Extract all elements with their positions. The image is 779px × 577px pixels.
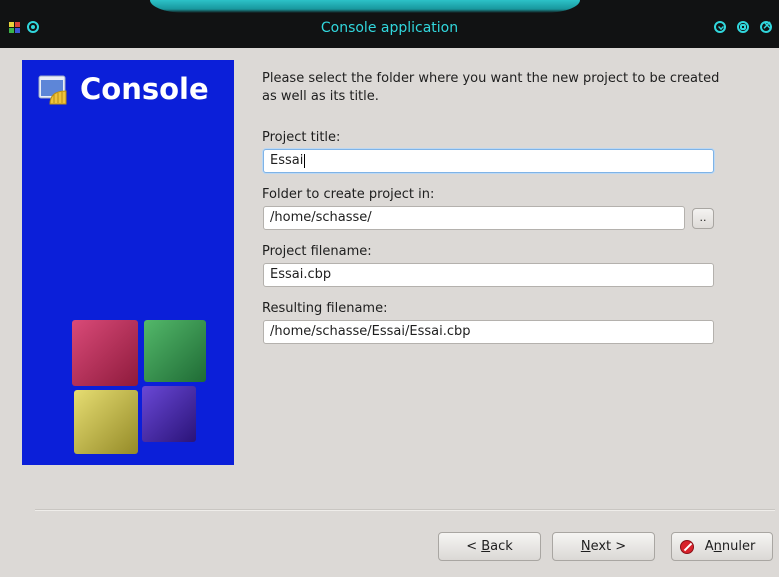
minimize-icon[interactable] xyxy=(714,21,726,33)
titlebar-glow xyxy=(150,0,580,13)
cube-yellow-icon xyxy=(74,390,138,454)
project-filename-label: Project filename: xyxy=(262,244,372,259)
back-rest: ack xyxy=(490,539,513,554)
cancel-button[interactable]: Annuler xyxy=(671,532,773,561)
cancel-mnemonic: n xyxy=(713,539,722,554)
close-icon[interactable] xyxy=(760,18,772,33)
maximize-icon[interactable] xyxy=(737,21,749,33)
banner-title: Console xyxy=(80,72,209,106)
console-app-icon xyxy=(38,75,67,105)
window-title: Console application xyxy=(320,20,459,36)
cancel-rest: nuler xyxy=(721,539,756,554)
project-title-label: Project title: xyxy=(262,130,341,145)
project-filename-input[interactable]: Essai.cbp xyxy=(263,263,714,287)
cube-purple-icon xyxy=(142,386,196,442)
divider xyxy=(35,509,775,511)
next-mnemonic: N xyxy=(580,539,591,554)
next-rest: ext > xyxy=(590,539,627,554)
back-mnemonic: B xyxy=(481,539,491,554)
project-title-input[interactable]: Essai xyxy=(263,149,714,173)
resulting-filename-field: /home/schasse/Essai/Essai.cbp xyxy=(263,320,714,344)
text-caret xyxy=(304,153,306,168)
wizard-banner: Console xyxy=(22,60,234,465)
resulting-filename-label: Resulting filename: xyxy=(262,301,388,316)
folder-label: Folder to create project in: xyxy=(262,187,435,202)
back-prefix: < xyxy=(466,539,482,554)
cube-green-icon xyxy=(144,320,206,382)
intro-text: Please select the folder where you want … xyxy=(262,71,720,104)
cube-red-icon xyxy=(72,320,138,386)
cancel-prefix: A xyxy=(704,539,714,554)
cancel-icon xyxy=(680,540,694,554)
next-button[interactable]: Next > xyxy=(552,532,655,561)
back-button[interactable]: < Back xyxy=(438,532,541,561)
project-title-value: Essai xyxy=(270,153,304,168)
window-titlebar[interactable]: Console application xyxy=(0,0,779,48)
folder-input[interactable]: /home/schasse/ xyxy=(263,206,685,230)
browse-folder-button[interactable]: .. xyxy=(692,208,714,229)
